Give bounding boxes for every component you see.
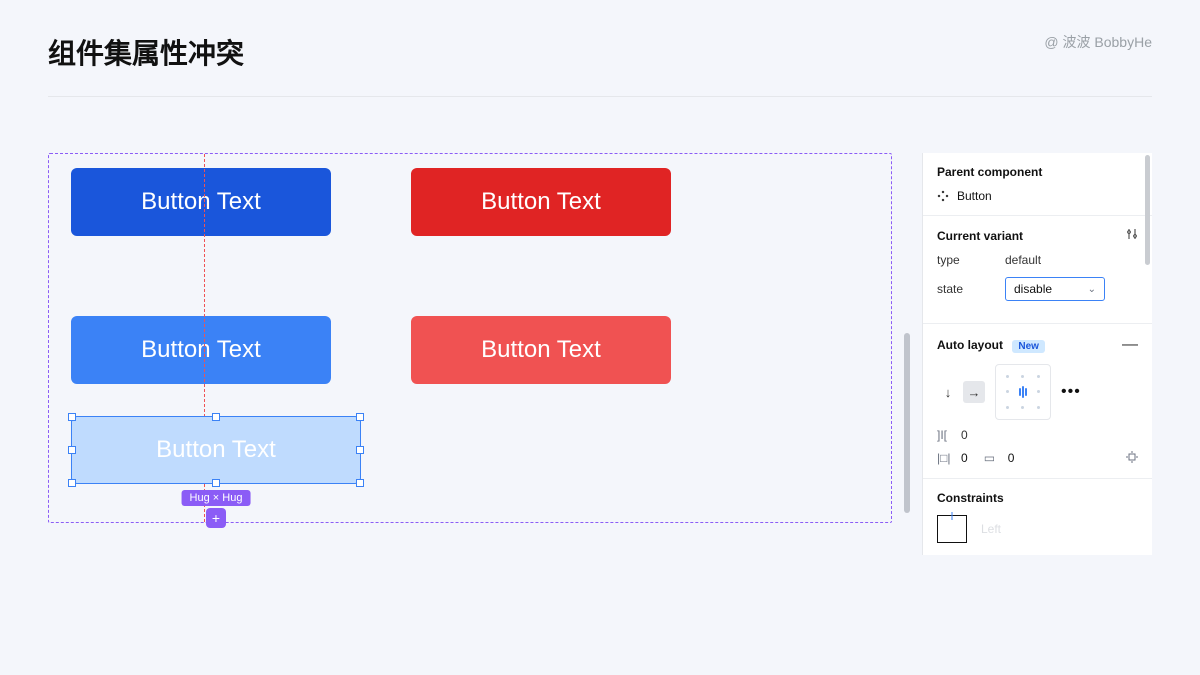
- constraints-value[interactable]: Left: [981, 522, 1001, 536]
- padding-horizontal-value[interactable]: 0: [961, 451, 968, 465]
- panel-scrollbar[interactable]: [1145, 155, 1150, 553]
- component-set-frame[interactable]: Button Text Button Text Button Text Butt…: [48, 153, 892, 523]
- current-variant-title: Current variant: [937, 229, 1023, 243]
- resize-handle[interactable]: [356, 413, 364, 421]
- variant-danger-default[interactable]: Button Text: [411, 168, 671, 236]
- gap-value[interactable]: 0: [961, 428, 968, 442]
- canvas[interactable]: Button Text Button Text Button Text Butt…: [48, 153, 892, 555]
- selection-size-badge: Hug × Hug: [182, 490, 251, 506]
- component-icon: [937, 190, 949, 202]
- gap-icon: ]I[: [937, 428, 955, 442]
- padding-horizontal-icon: |□|: [937, 451, 955, 465]
- auto-layout-title: Auto layout: [937, 338, 1003, 352]
- padding-vertical-value[interactable]: 0: [1008, 451, 1015, 465]
- variant-state-label: state: [937, 282, 997, 296]
- resize-handle[interactable]: [68, 479, 76, 487]
- direction-vertical-button[interactable]: ↓: [937, 381, 959, 403]
- chevron-down-icon: ⌄: [1088, 284, 1096, 295]
- resize-handle[interactable]: [212, 413, 220, 421]
- page-title: 组件集属性冲突: [48, 32, 244, 72]
- variant-settings-icon[interactable]: [1126, 228, 1138, 243]
- selected-variant[interactable]: Button Text Hug × Hug +: [71, 416, 361, 484]
- constraints-diagram[interactable]: [937, 515, 967, 543]
- direction-horizontal-button[interactable]: →: [963, 381, 985, 403]
- resize-handle[interactable]: [68, 413, 76, 421]
- author-label: @ 波波 BobbyHe: [1044, 32, 1152, 52]
- inspector-panel: Parent component Button Current variant: [922, 153, 1152, 555]
- more-options-button[interactable]: •••: [1061, 383, 1081, 401]
- constraints-title: Constraints: [937, 491, 1138, 505]
- resize-handle[interactable]: [356, 446, 364, 454]
- padding-vertical-icon: ▭: [984, 451, 1002, 465]
- variant-danger-hover[interactable]: Button Text: [411, 316, 671, 384]
- alignment-grid[interactable]: [995, 364, 1051, 420]
- remove-auto-layout-button[interactable]: —: [1122, 336, 1138, 354]
- variant-primary-hover[interactable]: Button Text: [71, 316, 331, 384]
- variant-type-label: type: [937, 253, 997, 267]
- add-variant-button[interactable]: +: [206, 508, 226, 528]
- resize-handle[interactable]: [356, 479, 364, 487]
- parent-component-link[interactable]: Button: [937, 189, 1138, 203]
- new-badge: New: [1012, 340, 1045, 353]
- variant-state-select[interactable]: disable ⌄: [1005, 277, 1105, 301]
- resize-handle[interactable]: [68, 446, 76, 454]
- variant-primary-default[interactable]: Button Text: [71, 168, 331, 236]
- variant-type-value[interactable]: default: [1005, 253, 1041, 267]
- resize-handle[interactable]: [212, 479, 220, 487]
- parent-component-title: Parent component: [937, 165, 1138, 179]
- canvas-scrollbar[interactable]: [904, 333, 910, 513]
- independent-padding-button[interactable]: [1126, 450, 1138, 466]
